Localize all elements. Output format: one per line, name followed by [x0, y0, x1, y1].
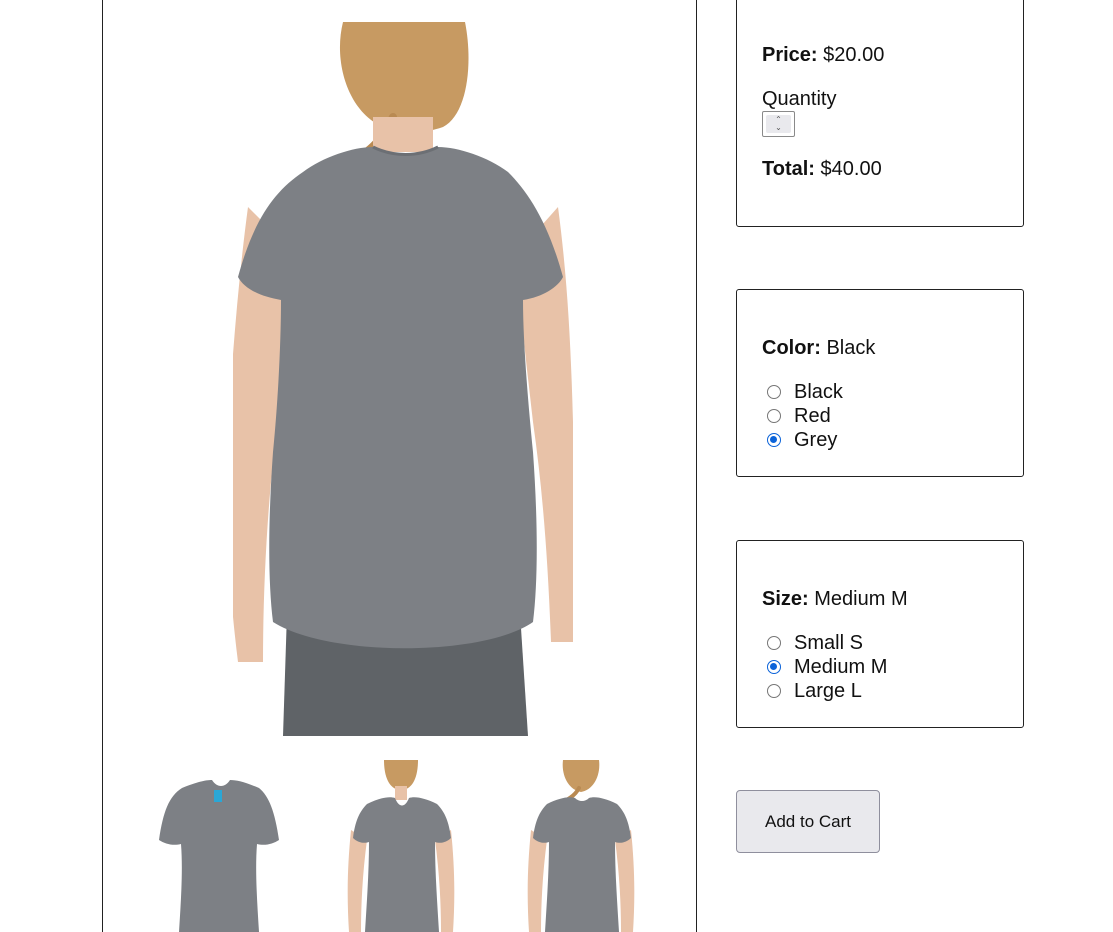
color-option-black[interactable]: Black	[767, 380, 843, 404]
radio-checked-icon[interactable]	[767, 660, 781, 674]
up-down-arrows-icon[interactable]: ⌃ ⌄	[766, 115, 791, 133]
option-label: Small S	[794, 631, 863, 654]
color-label: Color:	[762, 337, 821, 359]
color-option-grey[interactable]: Grey	[767, 428, 843, 452]
radio-unchecked-icon[interactable]	[767, 636, 781, 650]
color-selected-text: Black	[826, 337, 876, 359]
total-value: $40.00	[820, 158, 882, 180]
size-options: Small S Medium M Large L	[767, 631, 887, 703]
quantity-label: Quantity	[762, 88, 837, 110]
radio-unchecked-icon[interactable]	[767, 684, 781, 698]
product-gallery	[102, 0, 697, 932]
total-label: Total:	[762, 158, 815, 180]
size-option-small[interactable]: Small S	[767, 631, 887, 655]
size-option-large[interactable]: Large L	[767, 679, 887, 703]
option-label: Medium M	[794, 655, 888, 678]
price-label: Price:	[762, 44, 818, 66]
option-label: Red	[794, 404, 831, 427]
thumbnail-front-model[interactable]	[339, 760, 463, 932]
size-label: Size:	[762, 588, 809, 610]
price-value: $20.00	[823, 44, 885, 66]
option-label: Grey	[794, 428, 838, 451]
color-panel: Color: Black Black Red Grey	[736, 289, 1024, 477]
size-panel: Size: Medium M Small S Medium M Large L	[736, 540, 1024, 728]
price-line: Price: $20.00	[762, 43, 884, 67]
size-heading: Size: Medium M	[762, 587, 908, 611]
thumbnail-back-model[interactable]	[521, 760, 641, 932]
product-page: Price: $20.00 Quantity ⌃ ⌄ Total: $40.00…	[0, 0, 1113, 932]
option-label: Black	[794, 380, 843, 403]
option-label: Large L	[794, 679, 862, 702]
total-line: Total: $40.00	[762, 157, 882, 181]
radio-unchecked-icon[interactable]	[767, 385, 781, 399]
radio-unchecked-icon[interactable]	[767, 409, 781, 423]
color-option-red[interactable]: Red	[767, 404, 843, 428]
size-selected-text: Medium M	[814, 588, 908, 610]
size-option-medium[interactable]: Medium M	[767, 655, 887, 679]
quantity-stepper[interactable]: ⌃ ⌄	[762, 111, 795, 137]
price-panel: Price: $20.00 Quantity ⌃ ⌄ Total: $40.00	[736, 0, 1024, 227]
radio-checked-icon[interactable]	[767, 433, 781, 447]
color-options: Black Red Grey	[767, 380, 843, 452]
main-product-image	[233, 22, 573, 736]
color-heading: Color: Black	[762, 336, 875, 360]
thumbnail-flat-shirt[interactable]	[147, 760, 291, 932]
add-to-cart-button[interactable]: Add to Cart	[736, 790, 880, 853]
